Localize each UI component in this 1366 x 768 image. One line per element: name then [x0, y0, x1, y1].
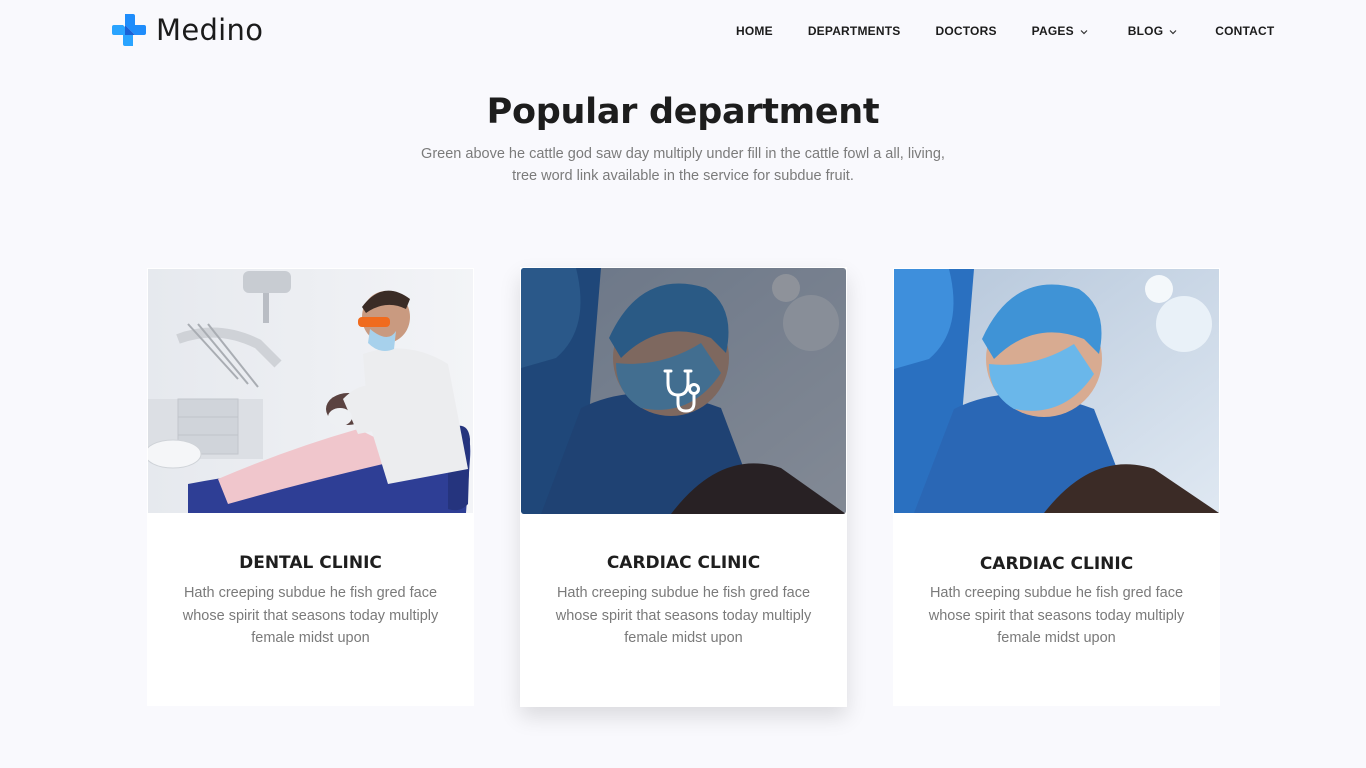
surgeon-in-operating-room-photo: [894, 269, 1219, 513]
section-title: Popular department: [486, 92, 880, 132]
card-title: DENTAL CLINIC: [239, 553, 382, 573]
section-subtitle-line1: Green above he cattle god saw day multip…: [421, 146, 945, 162]
nav-doctors[interactable]: DOCTORS: [935, 23, 996, 39]
nav-departments[interactable]: DEPARTMENTS: [808, 23, 901, 39]
surgeon-in-operating-room-photo: [521, 268, 846, 514]
nav-home[interactable]: HOME: [736, 23, 773, 39]
main-nav: HOME DEPARTMENTS DOCTORS PAGES BLOG CONT…: [736, 23, 1274, 39]
department-card-cardiac-highlighted[interactable]: CARDIAC CLINIC Hath creeping subdue he f…: [520, 267, 847, 707]
card-description: Hath creeping subdue he fish gred face w…: [555, 585, 812, 646]
nav-blog[interactable]: BLOG: [1128, 23, 1177, 39]
brand-name: Medino: [156, 13, 264, 47]
nav-pages-label: PAGES: [1031, 24, 1074, 38]
nav-pages[interactable]: PAGES: [1032, 23, 1088, 39]
department-card-cardiac[interactable]: CARDIAC CLINIC Hath creeping subdue he f…: [893, 268, 1220, 706]
site-header: Medino HOME DEPARTMENTS DOCTORS PAGES BL…: [0, 0, 1366, 62]
brand-logo[interactable]: Medino: [112, 12, 263, 48]
section-subtitle: Green above he cattle god saw day multip…: [383, 143, 983, 187]
card-description: Hath creeping subdue he fish gred face w…: [182, 585, 439, 646]
dentist-treating-patient-photo: [148, 269, 473, 513]
card-hover-overlay: [521, 268, 846, 514]
chevron-down-icon: [1169, 24, 1177, 38]
stethoscope-icon: [662, 367, 706, 415]
nav-contact[interactable]: CONTACT: [1215, 23, 1274, 39]
section-subtitle-line2: tree word link available in the service …: [512, 168, 854, 184]
nav-blog-label: BLOG: [1127, 24, 1164, 38]
card-title: CARDIAC CLINIC: [979, 554, 1134, 574]
cross-plus-icon: [112, 13, 146, 47]
department-card-dental[interactable]: DENTAL CLINIC Hath creeping subdue he fi…: [147, 268, 474, 706]
chevron-down-icon: [1080, 24, 1088, 38]
card-description: Hath creeping subdue he fish gred face w…: [928, 585, 1185, 646]
card-title: CARDIAC CLINIC: [606, 553, 761, 573]
